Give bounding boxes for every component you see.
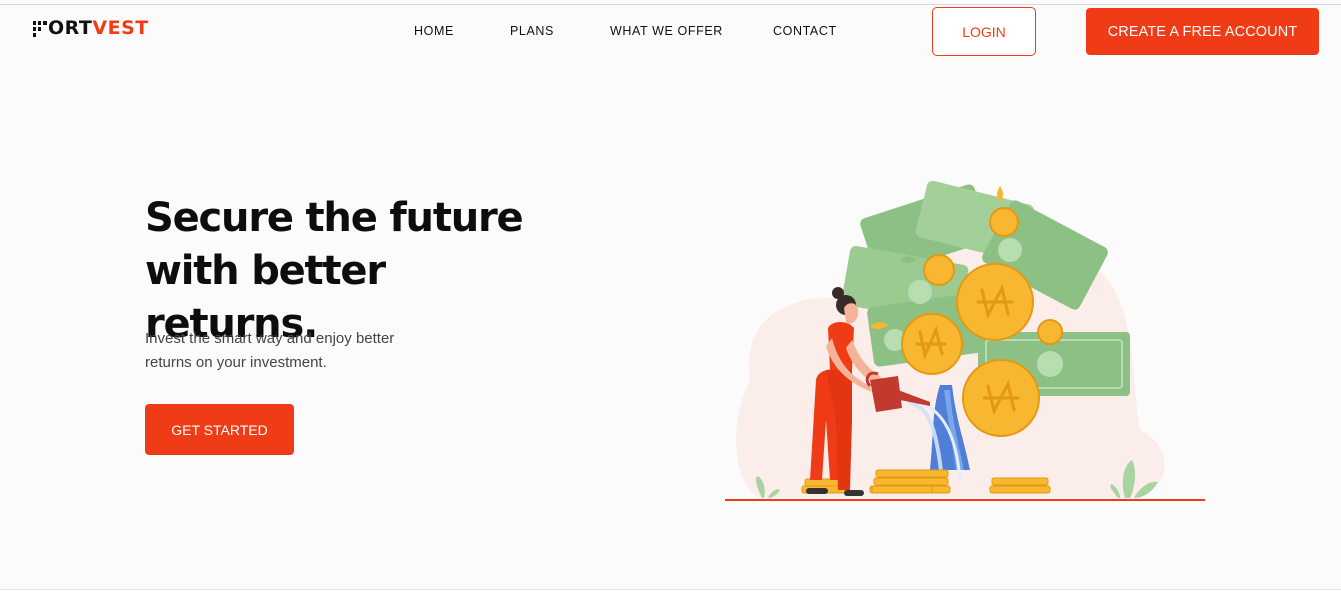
top-divider bbox=[0, 4, 1341, 5]
nav-plans[interactable]: PLANS bbox=[510, 24, 554, 38]
logo-text: ORTVEST bbox=[48, 17, 149, 39]
nav-home[interactable]: HOME bbox=[414, 24, 454, 38]
money-tree-illustration bbox=[725, 180, 1205, 501]
login-button-label: LOGIN bbox=[962, 23, 1006, 40]
ground-line bbox=[725, 499, 1205, 501]
hero-subtitle-line2: returns on your investment. bbox=[145, 354, 327, 371]
logo-mark-icon bbox=[33, 19, 47, 37]
bottom-divider bbox=[0, 589, 1341, 590]
login-button[interactable]: LOGIN bbox=[932, 7, 1036, 56]
hero-subtitle-line1: Invest the smart way and enjoy better bbox=[145, 330, 395, 347]
fortvest-logo[interactable]: ORTVEST bbox=[33, 17, 149, 39]
create-account-button[interactable]: CREATE A FREE ACCOUNT bbox=[1086, 8, 1319, 55]
get-started-button[interactable]: GET STARTED bbox=[145, 404, 294, 455]
nav-contact[interactable]: CONTACT bbox=[773, 24, 837, 38]
create-account-button-label: CREATE A FREE ACCOUNT bbox=[1107, 23, 1298, 40]
nav-what-we-offer[interactable]: WHAT WE OFFER bbox=[610, 24, 723, 38]
hero-subtitle: Invest the smart way and enjoy better re… bbox=[145, 327, 445, 375]
get-started-button-label: GET STARTED bbox=[171, 421, 268, 438]
hero-title-line1: Secure the future bbox=[145, 195, 524, 241]
